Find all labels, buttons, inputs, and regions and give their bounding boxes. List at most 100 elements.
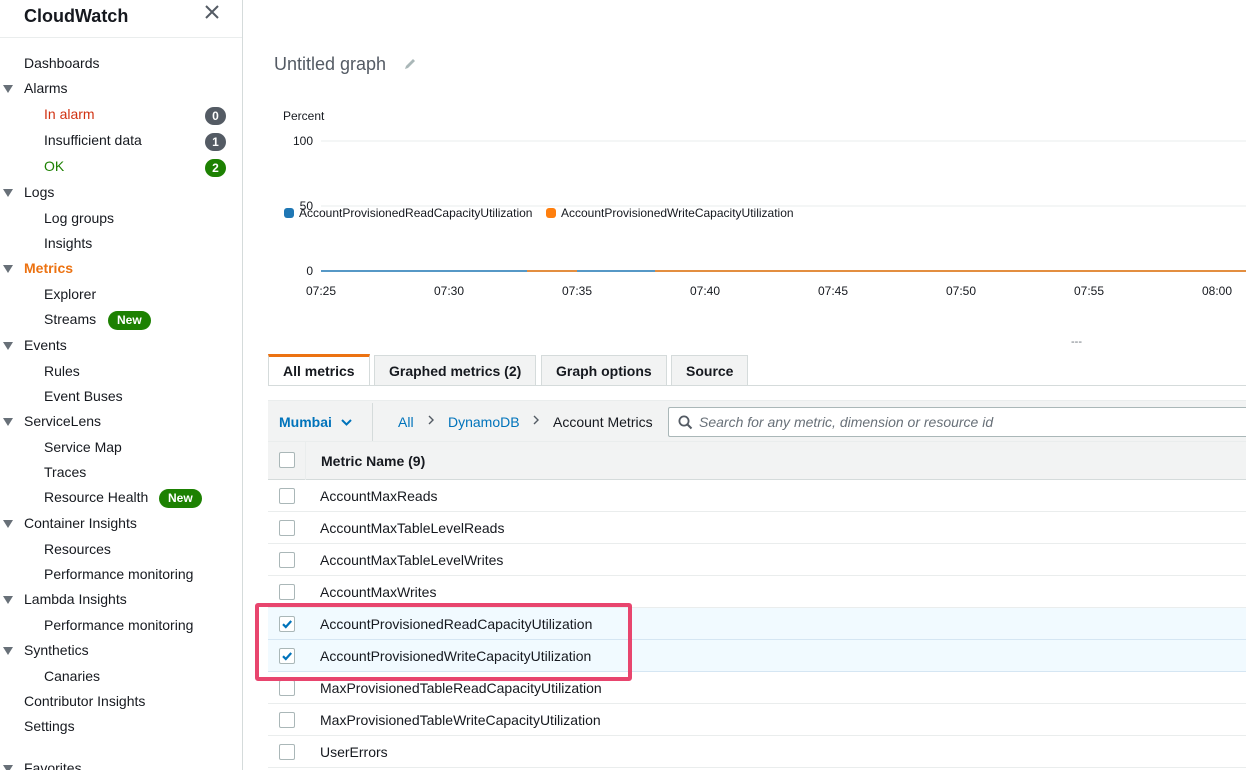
table-row[interactable]: AccountMaxTableLevelReads bbox=[268, 512, 1246, 544]
sidebar-item-performance-monitoring[interactable]: Performance monitoring bbox=[44, 566, 193, 582]
sidebar-title: CloudWatch bbox=[24, 6, 129, 26]
x-tick-label: 07:40 bbox=[690, 284, 720, 298]
x-tick-label: 08:00 bbox=[1202, 284, 1232, 298]
x-tick-label: 07:25 bbox=[306, 284, 336, 298]
metric-name: MaxProvisionedTableReadCapacityUtilizati… bbox=[320, 680, 602, 696]
legend-label: AccountProvisionedReadCapacityUtilizatio… bbox=[299, 206, 533, 220]
sidebar-item-settings[interactable]: Settings bbox=[24, 718, 75, 734]
sidebar-item-insufficient-data[interactable]: Insufficient data bbox=[44, 132, 142, 148]
metric-search bbox=[668, 407, 1246, 437]
row-checkbox[interactable] bbox=[279, 616, 295, 632]
metric-name: AccountMaxWrites bbox=[320, 584, 437, 600]
x-tick-label: 07:35 bbox=[562, 284, 592, 298]
caret-down-icon[interactable] bbox=[3, 595, 13, 605]
tab-graph-options[interactable]: Graph options bbox=[541, 355, 667, 386]
sidebar-item-service-map[interactable]: Service Map bbox=[44, 439, 122, 455]
metric-name-column-header[interactable]: Metric Name (9) bbox=[321, 453, 425, 469]
tab-source[interactable]: Source bbox=[671, 355, 749, 386]
sidebar-item-resource-health[interactable]: Resource Health bbox=[44, 489, 148, 505]
breadcrumb-dynamodb[interactable]: DynamoDB bbox=[448, 414, 520, 430]
table-header: Metric Name (9) bbox=[268, 442, 1246, 480]
table-row[interactable]: AccountProvisionedReadCapacityUtilizatio… bbox=[268, 608, 1246, 640]
row-checkbox[interactable] bbox=[279, 488, 295, 504]
table-row[interactable]: AccountProvisionedWriteCapacityUtilizati… bbox=[268, 640, 1246, 672]
table-row[interactable]: AccountMaxWrites bbox=[268, 576, 1246, 608]
caret-down-icon[interactable] bbox=[3, 646, 13, 656]
metric-name: AccountMaxTableLevelWrites bbox=[320, 552, 504, 568]
y-tick-label: 100 bbox=[293, 134, 313, 148]
row-checkbox[interactable] bbox=[279, 712, 295, 728]
row-checkbox[interactable] bbox=[279, 584, 295, 600]
x-tick-label: 07:45 bbox=[818, 284, 848, 298]
sidebar-item-favorites[interactable]: Favorites bbox=[24, 760, 82, 770]
sidebar-item-canaries[interactable]: Canaries bbox=[44, 668, 100, 684]
sidebar-item-lambda-insights[interactable]: Lambda Insights bbox=[24, 591, 127, 607]
caret-down-icon[interactable] bbox=[3, 188, 13, 198]
sidebar-item-rules[interactable]: Rules bbox=[44, 363, 80, 379]
sidebar-item-log-groups[interactable]: Log groups bbox=[44, 210, 114, 226]
row-checkbox[interactable] bbox=[279, 552, 295, 568]
table-row[interactable]: MaxProvisionedTableReadCapacityUtilizati… bbox=[268, 672, 1246, 704]
table-row[interactable]: UserErrors bbox=[268, 736, 1246, 768]
count-badge: 1 bbox=[205, 133, 226, 151]
region-selector[interactable]: Mumbai bbox=[279, 414, 332, 430]
caret-down-icon[interactable] bbox=[3, 264, 13, 274]
resize-handle[interactable]: --- bbox=[1071, 336, 1082, 348]
metric-name: AccountProvisionedReadCapacityUtilizatio… bbox=[320, 616, 593, 632]
sidebar-item-explorer[interactable]: Explorer bbox=[44, 286, 96, 302]
breadcrumb-all[interactable]: All bbox=[398, 414, 414, 430]
tab-graphed-metrics[interactable]: Graphed metrics (2) bbox=[374, 355, 537, 386]
table-row[interactable]: AccountMaxReads bbox=[268, 480, 1246, 512]
sidebar-item-container-insights[interactable]: Container Insights bbox=[24, 515, 137, 531]
sidebar-item-synthetics[interactable]: Synthetics bbox=[24, 642, 89, 658]
sidebar-item-ok[interactable]: OK bbox=[44, 158, 64, 174]
search-input[interactable] bbox=[699, 410, 1239, 434]
sidebar-item-traces[interactable]: Traces bbox=[44, 464, 86, 480]
sidebar-item-resources[interactable]: Resources bbox=[44, 541, 111, 557]
sidebar-item-metrics[interactable]: Metrics bbox=[24, 260, 73, 276]
caret-down-icon[interactable] bbox=[3, 519, 13, 529]
select-all-checkbox[interactable] bbox=[279, 452, 295, 468]
main-content: Untitled graph Percent 100 50 0 07:25 07:30 07… bbox=[244, 0, 1246, 770]
sidebar-item-alarms[interactable]: Alarms bbox=[24, 80, 68, 96]
metric-name: AccountProvisionedWriteCapacityUtilizati… bbox=[320, 648, 592, 664]
divider bbox=[305, 442, 306, 480]
table-row[interactable]: MaxProvisionedTableWriteCapacityUtilizat… bbox=[268, 704, 1246, 736]
sidebar-header: CloudWatch bbox=[0, 0, 242, 38]
row-checkbox[interactable] bbox=[279, 680, 295, 696]
sidebar-item-performance-monitoring[interactable]: Performance monitoring bbox=[44, 617, 193, 633]
chevron-right-icon bbox=[428, 415, 434, 425]
metric-name: AccountMaxTableLevelReads bbox=[320, 520, 505, 536]
metric-name: AccountMaxReads bbox=[320, 488, 438, 504]
close-icon[interactable] bbox=[202, 2, 222, 22]
graph-title[interactable]: Untitled graph bbox=[274, 54, 386, 75]
chevron-down-icon[interactable] bbox=[341, 417, 352, 427]
caret-down-icon[interactable] bbox=[3, 764, 13, 770]
row-checkbox[interactable] bbox=[279, 648, 295, 664]
sidebar-item-event-buses[interactable]: Event Buses bbox=[44, 388, 123, 404]
legend-item-read[interactable]: AccountProvisionedReadCapacityUtilizatio… bbox=[284, 206, 532, 220]
row-checkbox[interactable] bbox=[279, 520, 295, 536]
legend-swatch bbox=[284, 208, 294, 218]
sidebar-item-contributor-insights[interactable]: Contributor Insights bbox=[24, 693, 145, 709]
y-axis-label: Percent bbox=[283, 109, 325, 123]
x-tick-label: 07:50 bbox=[946, 284, 976, 298]
sidebar-item-servicelens[interactable]: ServiceLens bbox=[24, 413, 101, 429]
legend-item-write[interactable]: AccountProvisionedWriteCapacityUtilizati… bbox=[546, 206, 794, 220]
row-checkbox[interactable] bbox=[279, 744, 295, 760]
sidebar-item-in-alarm[interactable]: In alarm bbox=[44, 106, 95, 122]
caret-down-icon[interactable] bbox=[3, 84, 13, 94]
caret-down-icon[interactable] bbox=[3, 417, 13, 427]
tab-all-metrics[interactable]: All metrics bbox=[268, 354, 370, 386]
edit-title-icon[interactable] bbox=[403, 57, 417, 71]
table-row[interactable]: AccountMaxTableLevelWrites bbox=[268, 544, 1246, 576]
caret-down-icon[interactable] bbox=[3, 341, 13, 351]
sidebar-item-dashboards[interactable]: Dashboards bbox=[24, 55, 100, 71]
checkmark-icon bbox=[282, 620, 293, 629]
sidebar-item-events[interactable]: Events bbox=[24, 337, 67, 353]
count-badge: 2 bbox=[205, 159, 226, 177]
sidebar-item-logs[interactable]: Logs bbox=[24, 184, 54, 200]
sidebar-item-streams[interactable]: Streams bbox=[44, 311, 96, 327]
sidebar-item-insights[interactable]: Insights bbox=[44, 235, 92, 251]
count-badge: 0 bbox=[205, 107, 226, 125]
